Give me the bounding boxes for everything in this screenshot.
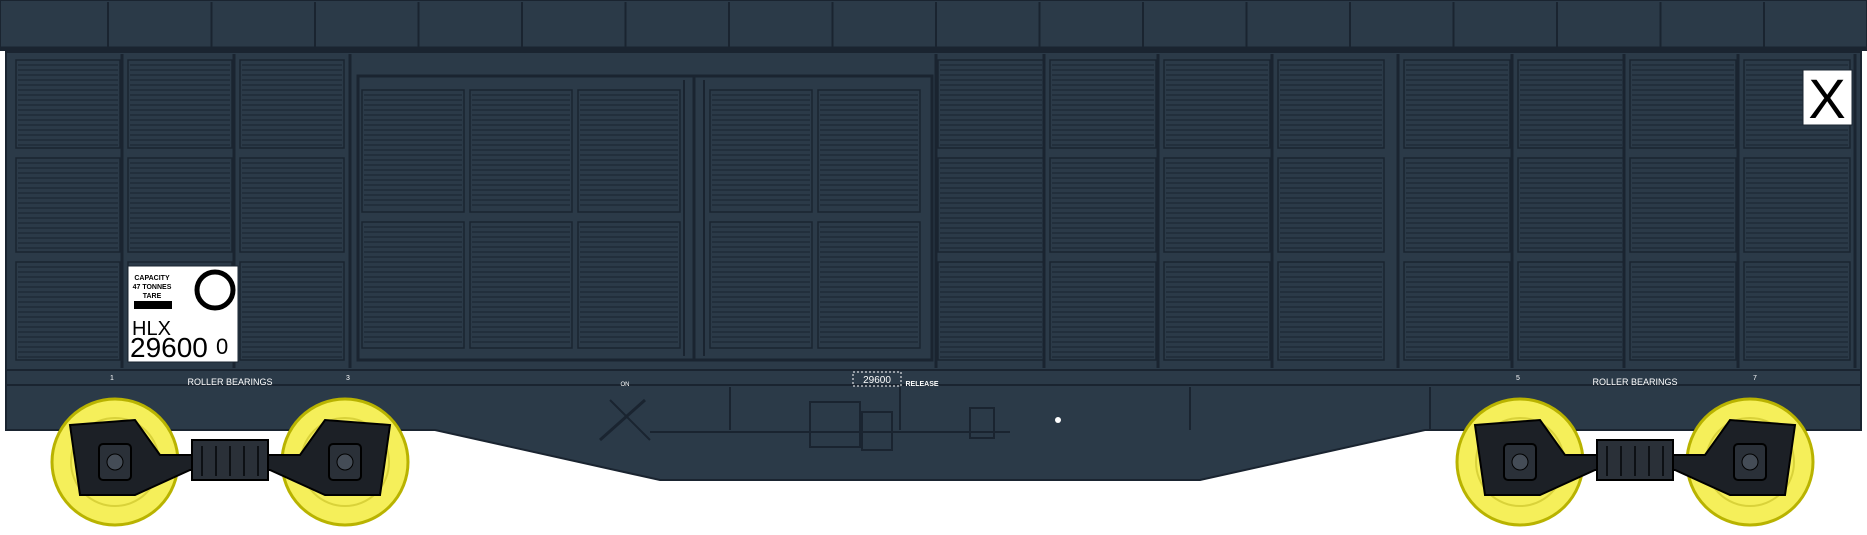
axle-cap (106, 453, 124, 471)
frame-marker-dot (1055, 417, 1061, 423)
axle-number-3: 3 (346, 375, 350, 382)
x-marker-text: X (1808, 67, 1845, 130)
bearings-label-left: ROLLER BEARINGS (187, 377, 272, 387)
axle-number-1: 1 (110, 375, 114, 382)
capacity-value: 47 TONNES (133, 284, 172, 291)
axle-cap (1741, 453, 1759, 471)
roof (0, 0, 1867, 51)
check-digit: 0 (216, 334, 228, 359)
bearings-label-right: ROLLER BEARINGS (1592, 377, 1677, 387)
release-label: RELEASE (905, 381, 938, 388)
tare-label: TARE (143, 293, 162, 300)
capacity-label: CAPACITY (134, 275, 170, 282)
axle-cap (1511, 453, 1529, 471)
boxcar-illustration: X CAPACITY 47 TONNES TARE HLX 29600 0 1 … (0, 0, 1867, 535)
axle-number-5: 5 (1516, 375, 1520, 382)
center-number: 29600 (863, 375, 891, 386)
load-indicator-ring (194, 269, 236, 311)
brake-on-label: ON (621, 382, 630, 388)
car-number: 29600 (130, 332, 208, 363)
axle-number-7: 7 (1753, 375, 1757, 382)
tare-value-box (134, 301, 172, 309)
axle-cap (336, 453, 354, 471)
